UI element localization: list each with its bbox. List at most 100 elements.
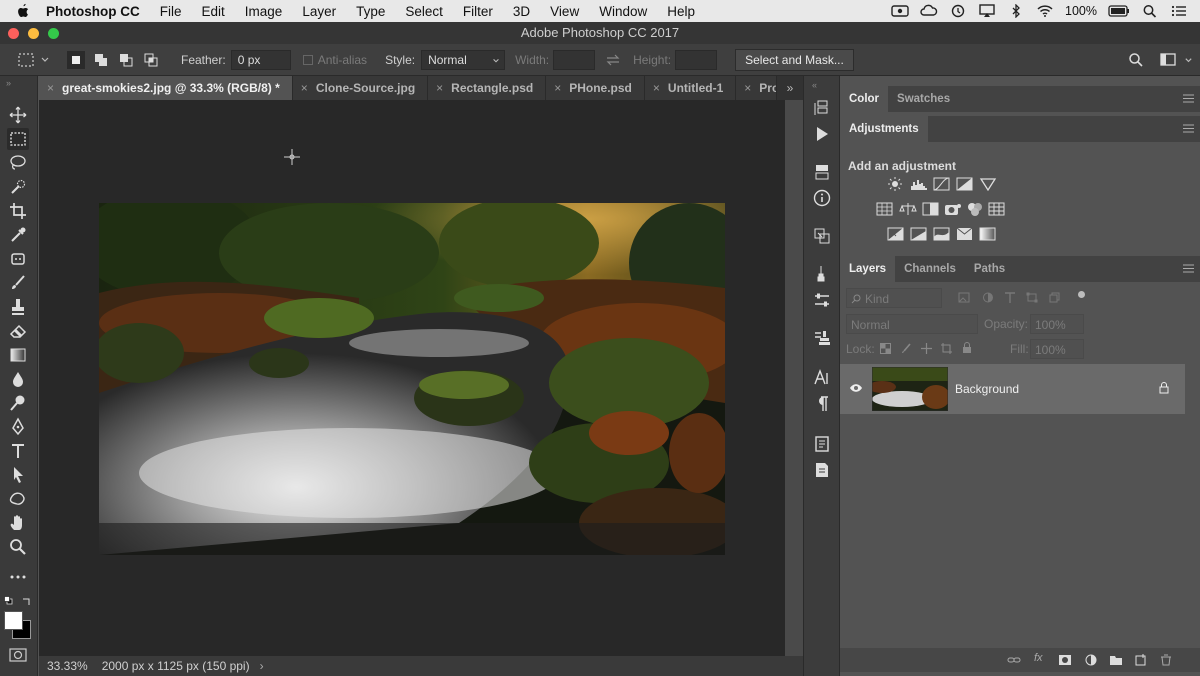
history-icon[interactable] <box>812 98 832 118</box>
menu-layer[interactable]: Layer <box>302 4 336 19</box>
brightness-contrast-icon[interactable] <box>886 177 904 191</box>
filter-pixel-icon[interactable] <box>958 292 970 303</box>
document-tab[interactable]: × Clone-Source.jpg <box>292 76 429 100</box>
glyphs-icon[interactable] <box>812 460 832 480</box>
swap-dimensions-icon[interactable] <box>605 54 621 66</box>
document-tab[interactable]: × Prc <box>736 76 777 100</box>
add-selection-icon[interactable] <box>91 50 111 70</box>
antialias-checkbox[interactable] <box>302 54 313 65</box>
properties-icon[interactable] <box>812 290 832 310</box>
collapse-toolbar-icon[interactable]: » <box>6 78 11 88</box>
stamp-icon[interactable] <box>7 296 29 318</box>
panel-menu-icon[interactable] <box>1183 124 1194 133</box>
menu-help[interactable]: Help <box>667 4 695 19</box>
tab-channels[interactable]: Channels <box>895 256 965 282</box>
eyedropper-icon[interactable] <box>7 224 29 246</box>
filter-smart-object-icon[interactable] <box>1048 292 1060 303</box>
layer-mask-icon[interactable] <box>1058 654 1072 666</box>
lock-all-icon[interactable] <box>962 342 972 354</box>
status-menu-icon[interactable]: › <box>260 659 264 673</box>
search-icon[interactable] <box>1128 52 1144 68</box>
spotlight-search-icon[interactable] <box>1141 4 1159 18</box>
document-tab[interactable]: × PHone.psd <box>546 76 645 100</box>
filter-adjustment-icon[interactable] <box>982 292 994 303</box>
foreground-color-swatch[interactable] <box>4 611 23 630</box>
layer-lock-icon[interactable] <box>1159 382 1169 394</box>
wifi-icon[interactable] <box>1036 4 1054 18</box>
width-input[interactable] <box>553 49 596 70</box>
vibrance-icon[interactable] <box>979 177 997 191</box>
menu-edit[interactable]: Edit <box>202 4 225 19</box>
menu-filter[interactable]: Filter <box>463 4 493 19</box>
new-group-icon[interactable] <box>1109 654 1123 666</box>
document-tab[interactable]: × Rectangle.psd <box>428 76 547 100</box>
delete-layer-icon[interactable] <box>1159 654 1173 666</box>
swap-colors-icon[interactable] <box>22 594 31 605</box>
more-tabs-icon[interactable]: » <box>777 76 803 100</box>
photo-great-smokies[interactable] <box>99 203 725 555</box>
channel-mixer-icon[interactable] <box>966 202 984 216</box>
close-tab-icon[interactable]: × <box>301 81 308 95</box>
menu-view[interactable]: View <box>550 4 579 19</box>
filter-type-icon[interactable] <box>1004 292 1016 303</box>
workspace-icon[interactable] <box>1160 52 1178 68</box>
tab-adjustments[interactable]: Adjustments <box>840 116 928 142</box>
select-and-mask-button[interactable]: Select and Mask... <box>735 48 854 71</box>
more-tools-icon[interactable] <box>7 566 29 588</box>
subtract-selection-icon[interactable] <box>116 50 136 70</box>
zoom-icon[interactable] <box>7 536 29 558</box>
invert-icon[interactable] <box>887 227 905 241</box>
menu-window[interactable]: Window <box>599 4 647 19</box>
tool-presets-icon[interactable] <box>812 328 832 348</box>
hand-icon[interactable] <box>7 512 29 534</box>
style-select[interactable]: Normal <box>421 49 506 70</box>
menu-image[interactable]: Image <box>245 4 283 19</box>
black-white-icon[interactable] <box>922 202 940 216</box>
collapse-dock-icon[interactable]: « <box>812 80 817 90</box>
panel-menu-icon[interactable] <box>1183 264 1194 273</box>
fill-input[interactable]: 100% <box>1030 339 1084 359</box>
time-machine-icon[interactable] <box>949 4 967 18</box>
feather-input[interactable]: 0 px <box>230 49 291 70</box>
document-tab[interactable]: × Untitled-1 <box>644 76 737 100</box>
layer-style-fx-icon[interactable]: fx <box>1034 652 1048 664</box>
tab-layers[interactable]: Layers <box>840 256 896 282</box>
character-icon[interactable] <box>812 368 832 388</box>
zoom-window-button[interactable] <box>48 28 59 39</box>
eraser-icon[interactable] <box>7 320 29 342</box>
gradient-map-icon[interactable] <box>979 227 997 241</box>
lock-transparent-icon[interactable] <box>880 343 891 354</box>
path-select-icon[interactable] <box>7 464 29 486</box>
actions-play-icon[interactable] <box>812 124 832 144</box>
close-tab-icon[interactable]: × <box>554 81 561 95</box>
clone-source-icon[interactable] <box>812 226 832 246</box>
type-icon[interactable] <box>7 440 29 462</box>
exposure-icon[interactable] <box>956 177 974 191</box>
kind-filter-select[interactable]: Kind <box>846 288 942 308</box>
airplay-icon[interactable] <box>978 4 996 18</box>
close-tab-icon[interactable]: × <box>47 81 54 95</box>
close-window-button[interactable] <box>8 28 19 39</box>
menu-type[interactable]: Type <box>356 4 385 19</box>
lock-position-icon[interactable] <box>921 343 932 354</box>
menu-app-name[interactable]: Photoshop CC <box>46 4 140 19</box>
lock-image-icon[interactable] <box>901 343 912 354</box>
default-colors-icon[interactable] <box>4 594 13 605</box>
close-tab-icon[interactable]: × <box>744 81 751 95</box>
close-tab-icon[interactable]: × <box>436 81 443 95</box>
vertical-scrollbar[interactable] <box>785 100 803 656</box>
tab-color[interactable]: Color <box>840 86 889 112</box>
dodge-icon[interactable] <box>7 392 29 414</box>
new-adjustment-layer-icon[interactable] <box>1084 654 1098 666</box>
blur-icon[interactable] <box>7 368 29 390</box>
move-icon[interactable] <box>7 104 29 126</box>
blend-mode-select[interactable]: Normal <box>846 314 978 334</box>
brush-settings-icon[interactable] <box>812 264 832 284</box>
bluetooth-icon[interactable] <box>1007 4 1025 18</box>
height-input[interactable] <box>675 49 718 70</box>
eye-visibility-icon[interactable] <box>849 383 863 393</box>
minimize-window-button[interactable] <box>28 28 39 39</box>
tab-swatches[interactable]: Swatches <box>888 86 959 112</box>
filter-shape-icon[interactable] <box>1026 292 1038 303</box>
apple-logo-icon[interactable] <box>14 3 32 19</box>
